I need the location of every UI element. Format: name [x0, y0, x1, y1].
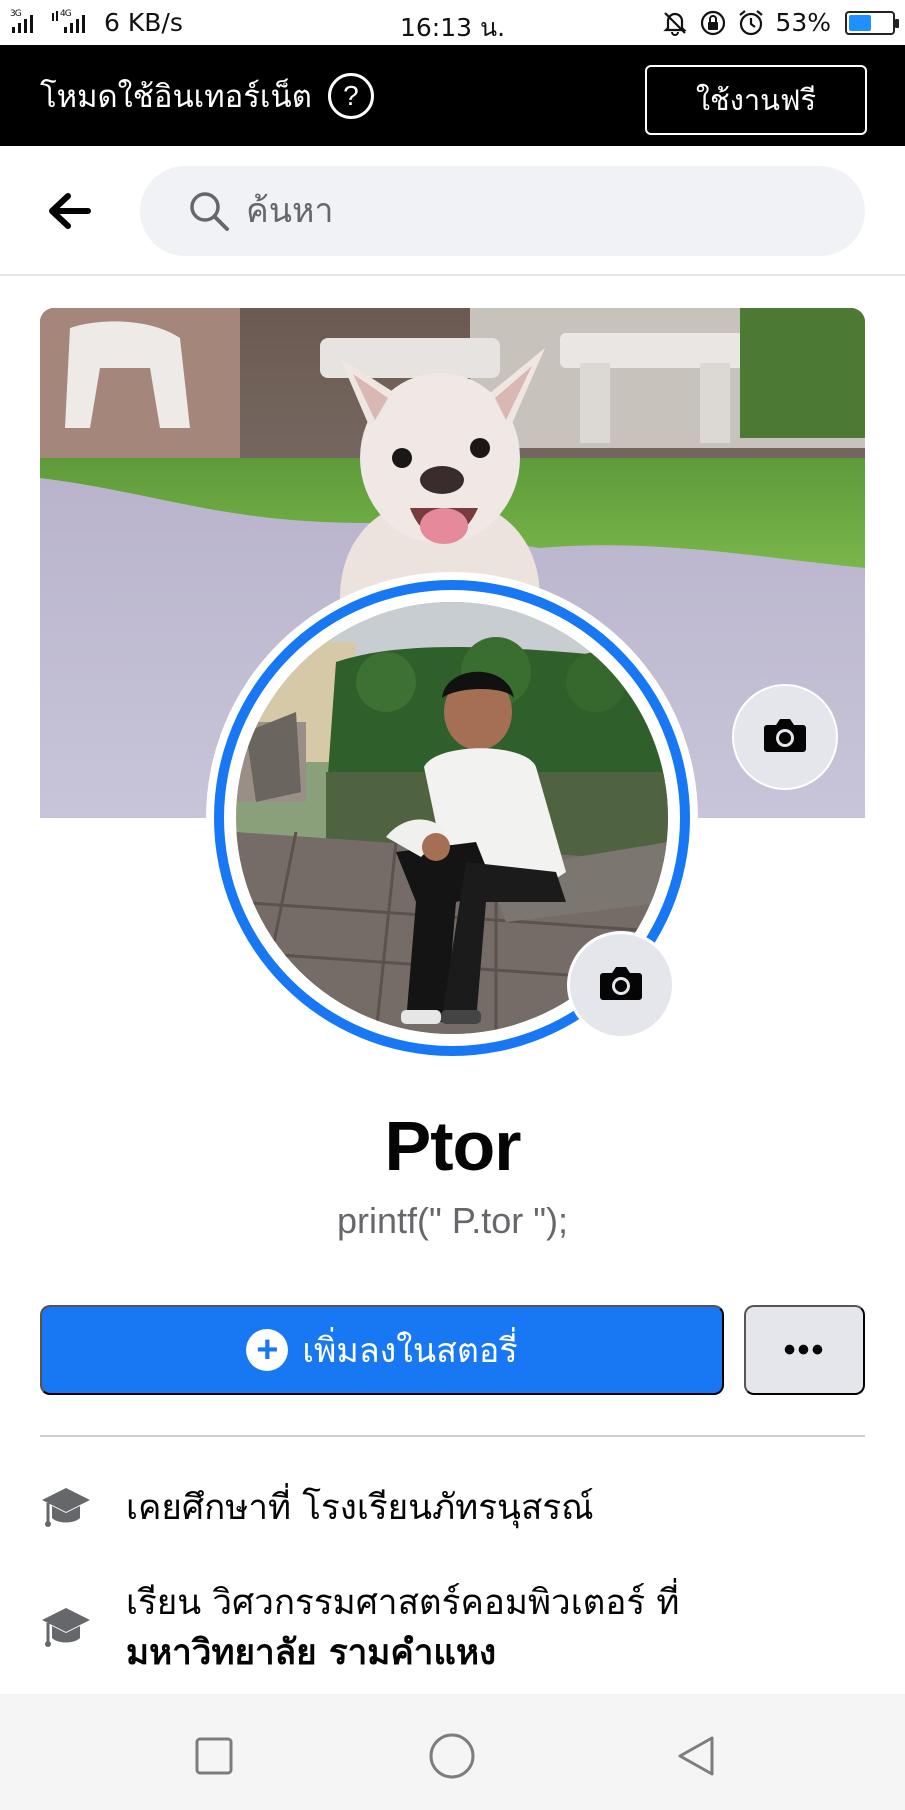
studies-line-1: เรียน วิศวกรรมศาสตร์คอมพิวเตอร์ ที่ [126, 1583, 680, 1623]
divider [40, 1435, 865, 1437]
network-speed: 6 KB/s [104, 8, 183, 37]
status-right: 53% [661, 8, 899, 37]
use-free-button[interactable]: ใช้งานฟรี [645, 65, 867, 135]
battery-icon [845, 10, 899, 35]
alarm-icon [737, 9, 765, 37]
circle-icon [429, 1733, 475, 1779]
graduation-cap-icon [40, 1482, 92, 1534]
more-icon: ••• [783, 1330, 826, 1369]
battery-fill [849, 14, 872, 31]
edit-profile-picture-camera-button[interactable] [567, 931, 675, 1039]
svg-text:3G: 3G [10, 9, 22, 19]
back-button[interactable] [666, 1726, 726, 1786]
system-navigation-bar [0, 1694, 905, 1810]
more-options-button[interactable]: ••• [744, 1305, 865, 1395]
info-row-studied-at: เคยศึกษาที่ โรงเรียนภัทรนุสรณ์ [40, 1482, 865, 1534]
signal-4g-icon: 4G [52, 7, 96, 38]
search-bar[interactable] [140, 166, 865, 256]
triangle-back-icon [678, 1736, 714, 1776]
data-mode-banner: โหมดใช้อินเทอร์เน็ต ? ใช้งานฟรี [0, 45, 905, 146]
search-icon [188, 190, 230, 232]
university-link[interactable]: มหาวิทยาลัย รามคำแหง [126, 1628, 679, 1678]
data-mode-text: โหมดใช้อินเทอร์เน็ต [40, 78, 312, 115]
signal-3g-icon: 3G [10, 7, 44, 38]
recents-button[interactable] [184, 1726, 244, 1786]
add-to-story-label: เพิ่มลงในสตอรี่ [302, 1332, 518, 1370]
edit-cover-camera-button[interactable] [732, 684, 838, 790]
search-input[interactable] [246, 191, 806, 231]
camera-icon [763, 716, 807, 758]
svg-text:4G: 4G [60, 9, 72, 19]
studied-at-text: เคยศึกษาที่ โรงเรียนภัทรนุสรณ์ [126, 1488, 594, 1528]
plus-icon: + [246, 1329, 289, 1371]
camera-icon [599, 964, 643, 1006]
mute-icon [661, 9, 689, 37]
status-left: 3G 4G 6 KB/s [10, 7, 310, 38]
graduation-cap-icon [40, 1602, 92, 1654]
battery-percent: 53% [775, 8, 831, 37]
info-row-studies: เรียน วิศวกรรมศาสตร์คอมพิวเตอร์ ที่ มหาว… [40, 1578, 865, 1678]
profile-bio: printf(" P.tor "); [337, 1200, 568, 1241]
studies-text: เรียน วิศวกรรมศาสตร์คอมพิวเตอร์ ที่ มหาว… [126, 1578, 679, 1678]
home-button[interactable] [422, 1726, 482, 1786]
status-bar: 3G 4G 6 KB/s 16:13 น. 53% [0, 0, 905, 45]
rotation-lock-icon [699, 9, 727, 37]
back-arrow-icon[interactable] [44, 186, 94, 236]
profile-name: Ptor [384, 1107, 522, 1185]
add-to-story-button[interactable]: + เพิ่มลงในสตอรี่ [40, 1305, 724, 1395]
search-header [0, 146, 905, 276]
square-icon [195, 1737, 233, 1775]
help-icon[interactable]: ? [327, 72, 374, 119]
